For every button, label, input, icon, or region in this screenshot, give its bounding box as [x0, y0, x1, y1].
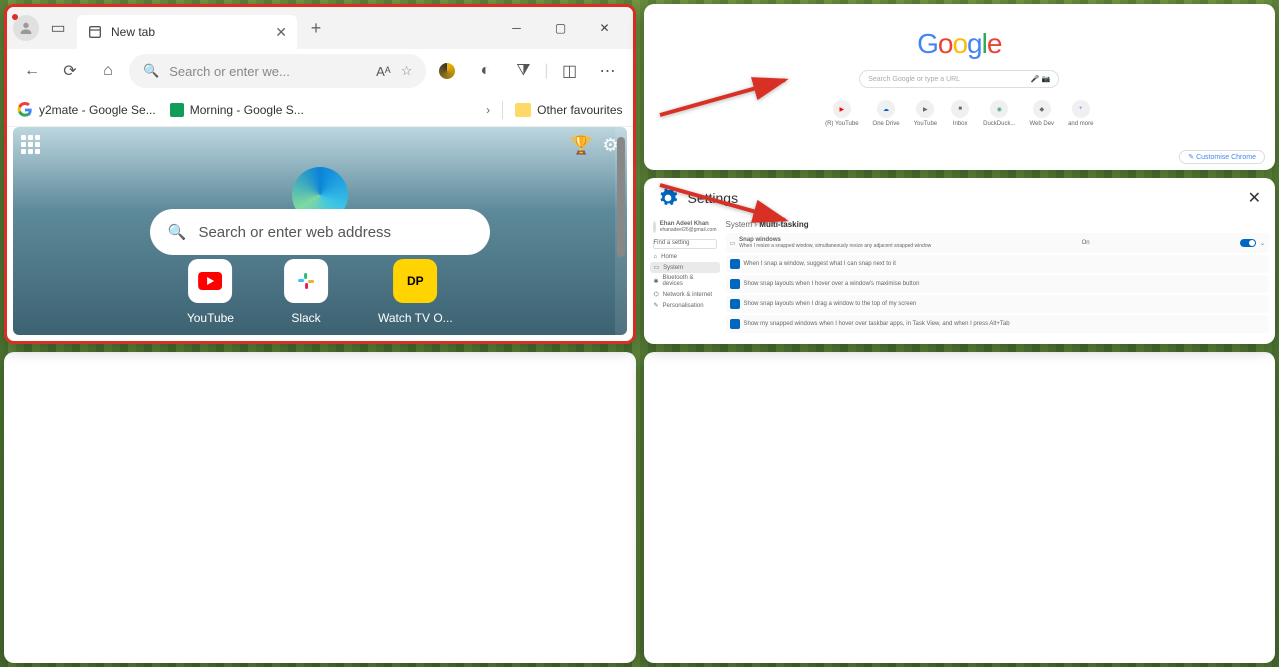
google-g-icon — [17, 102, 33, 118]
read-aloud-icon[interactable]: Aᴬ — [376, 64, 391, 79]
address-bar[interactable]: 🔍 Search or enter we... Aᴬ ☆ — [129, 54, 426, 88]
new-tab-page: 🏆 ⚙ 🔍 Search or enter web address YouTub… — [13, 127, 627, 335]
ext-2-icon[interactable]: ◐ — [468, 54, 502, 88]
ntp-search-box[interactable]: 🔍 Search or enter web address — [150, 209, 490, 255]
bookmark-morning[interactable]: Morning - Google S... — [170, 103, 304, 117]
nav-bluetooth: ✱Bluetooth & devices — [650, 273, 720, 289]
browser-tab[interactable]: New tab ✕ — [77, 15, 297, 49]
setting-snap-windows: ▭Snap windowsWhen I resize a snapped win… — [726, 233, 1270, 253]
setting-row: Show snap layouts when I drag a window t… — [726, 295, 1270, 313]
ntp-search-placeholder: Search or enter web address — [198, 224, 391, 241]
snap-tile-edge-browser[interactable]: ▭ New tab ✕ + ─ ▢ ✕ ← ⟳ ⌂ 🔍 Search or en… — [4, 4, 636, 344]
top-sites: YouTube Slack DP Watch TV O... — [187, 259, 453, 325]
tab-close-icon[interactable]: ✕ — [275, 24, 287, 41]
favorite-icon[interactable]: ☆ — [401, 63, 413, 79]
nav-home: ⌂Home — [650, 252, 720, 262]
tab-actions-button[interactable]: ▭ — [45, 15, 71, 41]
page-icon — [87, 24, 103, 40]
close-button[interactable]: ✕ — [583, 12, 627, 44]
profile-button[interactable] — [13, 15, 39, 41]
scrollbar[interactable] — [615, 127, 627, 335]
checkbox-icon — [730, 299, 740, 309]
checkbox-icon — [730, 319, 740, 329]
google-logo: Google — [684, 28, 1236, 60]
folder-icon — [515, 103, 531, 117]
annotation-arrow-bottom — [655, 180, 795, 235]
maximize-button[interactable]: ▢ — [539, 12, 583, 44]
site-watchtv[interactable]: DP Watch TV O... — [378, 259, 453, 325]
home-button[interactable]: ⌂ — [91, 54, 125, 88]
google-search-box: Search Google or type a URL🎤 📷 — [859, 70, 1059, 88]
extensions-icon[interactable]: ⧩ — [506, 54, 540, 88]
search-icon: 🔍 — [143, 63, 159, 79]
window-titlebar: ▭ New tab ✕ + ─ ▢ ✕ — [7, 7, 633, 49]
sheets-icon — [170, 103, 184, 117]
split-screen-icon[interactable]: ◫ — [553, 54, 587, 88]
snap-tile-blank-bl[interactable] — [4, 352, 636, 663]
checkbox-icon — [730, 259, 740, 269]
browser-toolbar: ← ⟳ ⌂ 🔍 Search or enter we... Aᴬ ☆ ◐ ⧩ |… — [7, 49, 633, 93]
new-tab-button[interactable]: + — [301, 13, 331, 43]
snap-suggestion-column: Google Search Google or type a URL🎤 📷 ▶(… — [644, 4, 1276, 344]
setting-row: Show snap layouts when I hover over a wi… — [726, 275, 1270, 293]
menu-icon[interactable]: ⋯ — [591, 54, 625, 88]
bookmark-y2mate[interactable]: y2mate - Google Se... — [17, 102, 156, 118]
back-button[interactable]: ← — [15, 54, 49, 88]
minimize-button[interactable]: ─ — [495, 12, 539, 44]
find-setting-input: Find a setting — [653, 239, 717, 249]
bookmarks-overflow-icon[interactable]: › — [486, 103, 490, 117]
dp-icon: DP — [393, 259, 437, 303]
site-youtube[interactable]: YouTube — [187, 259, 234, 325]
checkbox-icon — [730, 279, 740, 289]
bookmarks-bar: y2mate - Google Se... Morning - Google S… — [7, 93, 633, 127]
search-icon: 🔍 — [168, 223, 187, 241]
setting-row: When I snap a window, suggest what I can… — [726, 255, 1270, 273]
snap-tile-blank-br[interactable] — [644, 352, 1276, 663]
customise-chrome-button: ✎ Customise Chrome — [1179, 150, 1265, 164]
nav-personalisation: ✎Personalisation — [650, 300, 720, 311]
ext-1-icon[interactable] — [430, 54, 464, 88]
apps-grid-icon[interactable] — [21, 135, 41, 155]
settings-main: System › Multi-tasking ▭Snap windowsWhen… — [726, 218, 1270, 335]
site-slack[interactable]: Slack — [284, 259, 328, 325]
nav-system: ▭System — [650, 262, 720, 273]
settings-sidebar: Ehan Adeel Khanehanadeel26@gmail.com Fin… — [650, 218, 720, 335]
close-icon: ✕ — [1248, 188, 1261, 208]
youtube-icon — [188, 259, 232, 303]
other-favourites[interactable]: Other favourites — [515, 103, 622, 117]
rewards-icon[interactable]: 🏆 — [570, 135, 592, 156]
toggle-icon — [1240, 239, 1256, 247]
refresh-button[interactable]: ⟳ — [53, 54, 87, 88]
annotation-arrow-top — [655, 70, 795, 125]
slack-icon — [284, 259, 328, 303]
nav-network: ⌬Network & internet — [650, 289, 720, 300]
address-placeholder: Search or enter we... — [169, 64, 290, 79]
tab-title: New tab — [111, 25, 155, 39]
setting-row: Show my snapped windows when I hover ove… — [726, 315, 1270, 333]
